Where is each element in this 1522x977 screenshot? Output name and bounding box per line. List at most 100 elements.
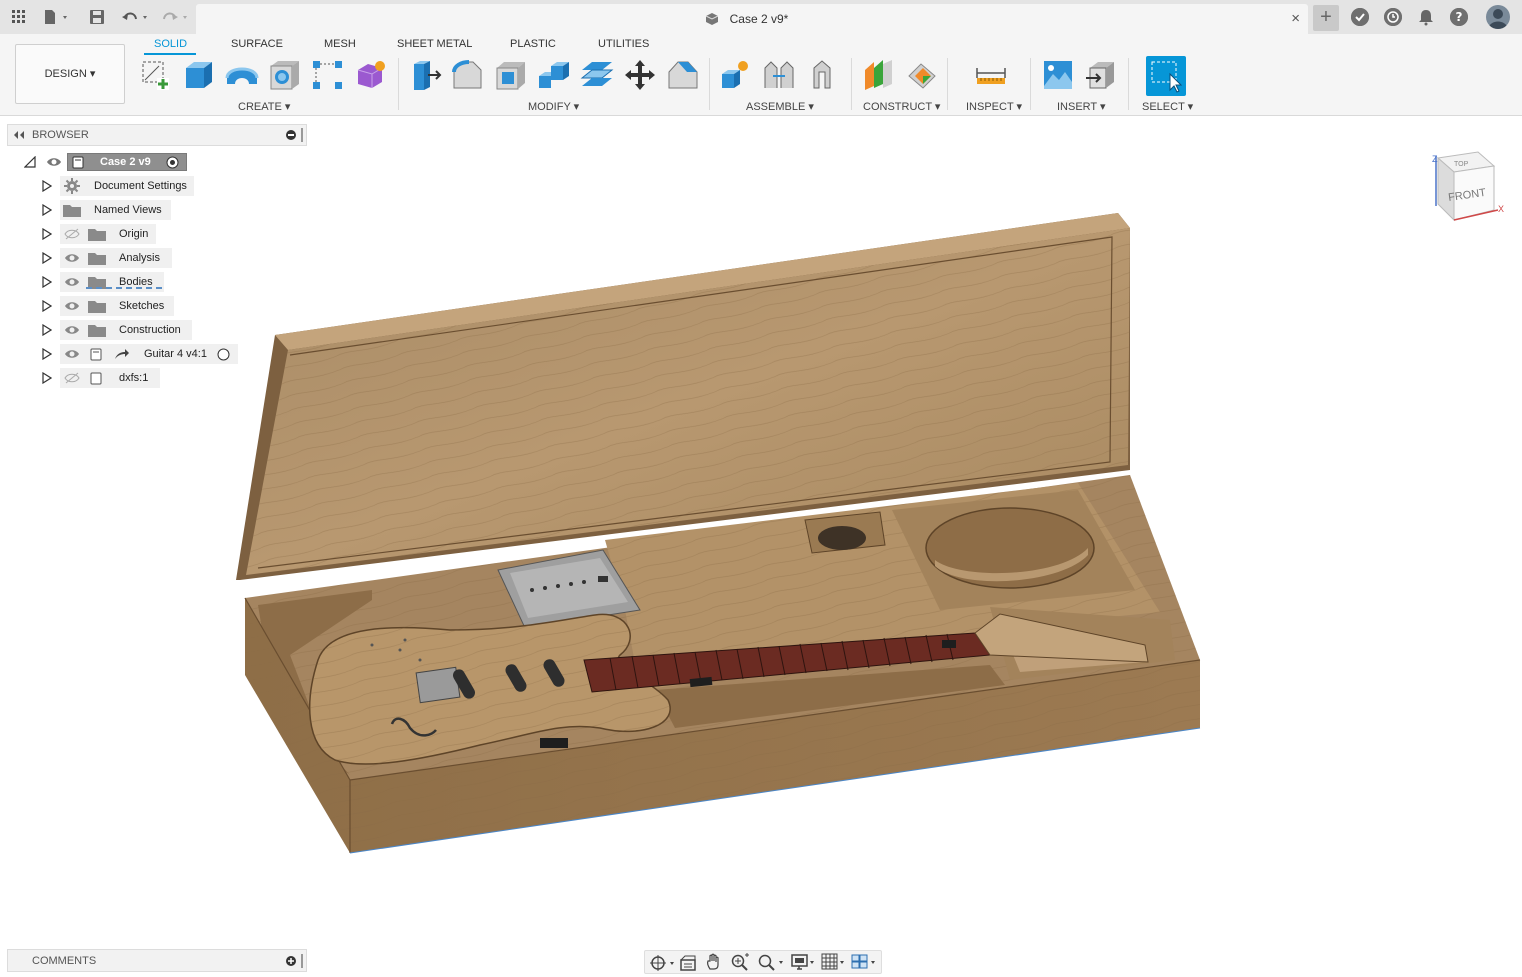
expand-triangle-icon[interactable] (42, 203, 53, 217)
tab-solid[interactable]: SOLID (154, 38, 187, 50)
document-title: Case 2 v9* (729, 12, 789, 26)
grid-settings-icon[interactable] (821, 953, 847, 974)
visibility-eye-icon[interactable] (64, 324, 80, 336)
browser-item-construction[interactable]: Construction (0, 320, 200, 340)
shell-icon[interactable] (494, 58, 528, 92)
revolve-icon[interactable] (225, 58, 259, 92)
press-pull-icon[interactable] (408, 58, 442, 92)
comments-panel-header[interactable]: COMMENTS (7, 949, 307, 972)
select-icon[interactable] (1146, 56, 1186, 96)
workspace-switcher-button[interactable]: DESIGN ▾ (15, 44, 125, 104)
expand-triangle-icon[interactable] (42, 347, 53, 361)
inspect-menu[interactable]: INSPECT ▾ (966, 100, 1022, 113)
fillet-icon[interactable] (451, 58, 485, 92)
collapse-triangle-icon[interactable] (23, 155, 36, 171)
3d-viewport-canvas[interactable] (200, 180, 1240, 880)
tab-sheet-metal[interactable]: SHEET METAL (397, 38, 472, 50)
assemble-menu[interactable]: ASSEMBLE ▾ (746, 100, 814, 113)
clock-icon[interactable] (1384, 8, 1402, 26)
panel-resize-handle[interactable] (301, 128, 303, 142)
measure-icon[interactable] (975, 58, 1009, 92)
visibility-eye-icon[interactable] (64, 252, 80, 264)
construct-menu[interactable]: CONSTRUCT ▾ (863, 100, 940, 113)
zoom-icon[interactable] (730, 953, 750, 974)
visibility-eye-icon[interactable] (64, 348, 80, 360)
browser-item-analysis[interactable]: Analysis (0, 248, 200, 268)
create-menu[interactable]: CREATE ▾ (238, 100, 290, 113)
look-at-icon[interactable] (679, 954, 697, 975)
browser-item-bodies[interactable]: Bodies (0, 272, 200, 292)
save-icon[interactable] (88, 5, 106, 29)
insert-mesh-icon[interactable] (1084, 58, 1118, 92)
as-built-joint-icon[interactable] (805, 58, 839, 92)
hole-icon[interactable] (268, 58, 302, 92)
expand-triangle-icon[interactable] (42, 323, 53, 337)
viewports-layout-icon[interactable] (851, 953, 879, 974)
plane-at-angle-icon[interactable] (905, 58, 939, 92)
display-settings-icon[interactable] (791, 953, 817, 974)
redo-icon[interactable] (160, 5, 192, 29)
browser-item-dxfs[interactable]: dxfs:1 (0, 368, 200, 388)
expand-triangle-icon[interactable] (42, 299, 53, 313)
insert-canvas-icon[interactable] (1041, 58, 1075, 92)
viewcube-top-label[interactable]: TOP (1454, 161, 1469, 168)
pan-hand-icon[interactable] (705, 953, 723, 974)
form-icon[interactable] (354, 58, 388, 92)
user-avatar[interactable] (1486, 5, 1510, 29)
notifications-bell-icon[interactable] (1417, 8, 1435, 26)
zoom-window-icon[interactable] (757, 953, 787, 974)
collapse-panel-icon[interactable] (13, 130, 25, 143)
browser-panel-header: BROWSER (7, 124, 307, 146)
folder-icon (88, 324, 106, 337)
browser-item-document-settings[interactable]: Document Settings (0, 176, 200, 196)
tab-utilities[interactable]: UTILITIES (598, 38, 649, 50)
minimize-panel-icon[interactable] (286, 130, 296, 143)
move-copy-icon[interactable] (623, 58, 657, 92)
tab-surface[interactable]: SURFACE (231, 38, 283, 50)
select-menu[interactable]: SELECT ▾ (1142, 100, 1193, 113)
document-tab[interactable]: Case 2 v9* × (196, 4, 1308, 34)
chamfer-icon[interactable] (666, 58, 700, 92)
visibility-eye-icon[interactable] (46, 156, 62, 168)
viewcube-navigator[interactable]: TOP FRONT Z X (1420, 148, 1510, 228)
hidden-eye-icon[interactable] (64, 372, 80, 384)
tab-mesh[interactable]: MESH (324, 38, 356, 50)
create-sketch-icon[interactable] (139, 58, 173, 92)
offset-face-icon[interactable] (580, 58, 614, 92)
close-tab-button[interactable]: × (1291, 10, 1300, 27)
apps-grid-icon[interactable] (10, 5, 28, 29)
create-label: CREATE (238, 101, 282, 113)
browser-item-named-views[interactable]: Named Views (0, 200, 200, 220)
joint-icon[interactable] (762, 58, 796, 92)
offset-plane-icon[interactable] (862, 58, 896, 92)
comments-title: COMMENTS (32, 955, 97, 967)
file-menu-icon[interactable] (42, 5, 72, 29)
expand-triangle-icon[interactable] (42, 371, 53, 385)
panel-resize-handle[interactable] (301, 954, 303, 968)
add-comment-icon[interactable] (286, 956, 296, 969)
activate-component-radio-icon[interactable] (166, 156, 179, 172)
expand-triangle-icon[interactable] (42, 275, 53, 289)
browser-root-node[interactable]: Case 2 v9 (20, 152, 190, 172)
browser-item-origin[interactable]: Origin (0, 224, 200, 244)
visibility-eye-icon[interactable] (64, 276, 80, 288)
undo-icon[interactable] (120, 5, 152, 29)
component-icon (88, 346, 104, 365)
expand-triangle-icon[interactable] (42, 251, 53, 265)
combine-icon[interactable] (537, 58, 571, 92)
hidden-eye-icon[interactable] (64, 228, 80, 240)
orbit-icon[interactable] (649, 954, 677, 975)
job-status-icon[interactable] (1351, 8, 1369, 26)
new-tab-button[interactable]: + (1313, 5, 1339, 31)
modify-menu[interactable]: MODIFY ▾ (528, 100, 579, 113)
browser-item-sketches[interactable]: Sketches (0, 296, 200, 316)
help-icon[interactable]: ? (1450, 8, 1468, 26)
tab-plastic[interactable]: PLASTIC (510, 38, 556, 50)
visibility-eye-icon[interactable] (64, 300, 80, 312)
extrude-icon[interactable] (182, 58, 216, 92)
expand-triangle-icon[interactable] (42, 227, 53, 241)
pattern-icon[interactable] (311, 58, 345, 92)
insert-menu[interactable]: INSERT ▾ (1057, 100, 1106, 113)
expand-triangle-icon[interactable] (42, 179, 53, 193)
new-component-icon[interactable] (719, 58, 753, 92)
